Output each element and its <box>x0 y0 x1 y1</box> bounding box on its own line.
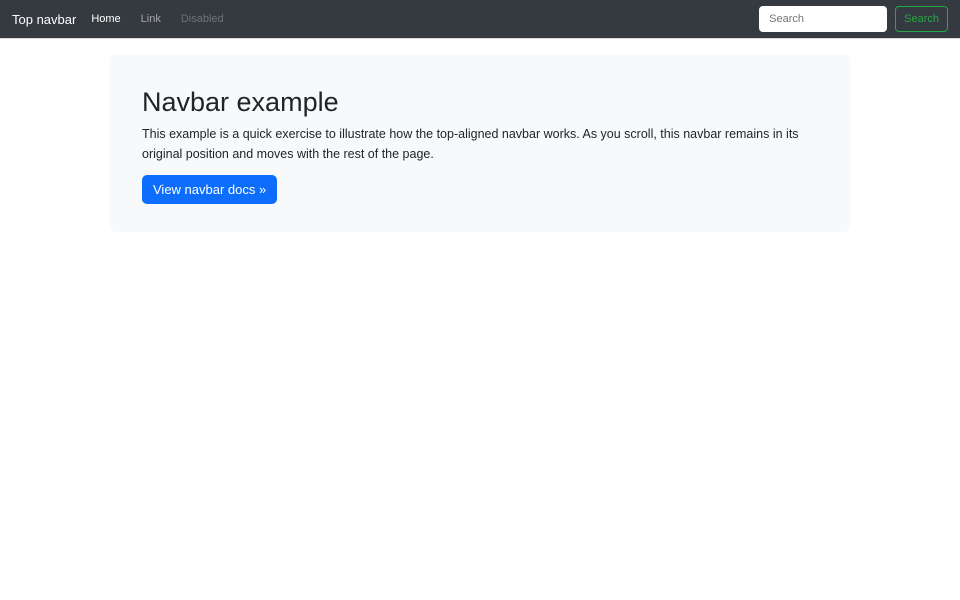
main-container: Navbar example This example is a quick e… <box>110 55 850 233</box>
navbar-nav: Home Link Disabled <box>91 0 233 38</box>
nav-item: Link <box>131 0 171 38</box>
view-navbar-docs-button[interactable]: View navbar docs » <box>142 175 278 205</box>
search-form: Search <box>759 6 948 32</box>
search-input[interactable] <box>759 6 888 32</box>
nav-link-home[interactable]: Home <box>91 0 130 38</box>
nav-link-disabled: Disabled <box>180 13 224 25</box>
top-navbar: Top navbar Home Link Disabled Search <box>0 0 960 38</box>
nav-item: Disabled <box>171 0 234 38</box>
nav-item: Home <box>91 0 130 38</box>
hero-description: This example is a quick exercise to illu… <box>142 127 799 162</box>
search-button[interactable]: Search <box>895 6 948 32</box>
navbar-brand[interactable]: Top navbar <box>12 12 76 27</box>
page-title: Navbar example <box>142 87 339 117</box>
hero-panel: Navbar example This example is a quick e… <box>110 55 850 233</box>
nav-link-link[interactable]: Link <box>131 0 171 38</box>
